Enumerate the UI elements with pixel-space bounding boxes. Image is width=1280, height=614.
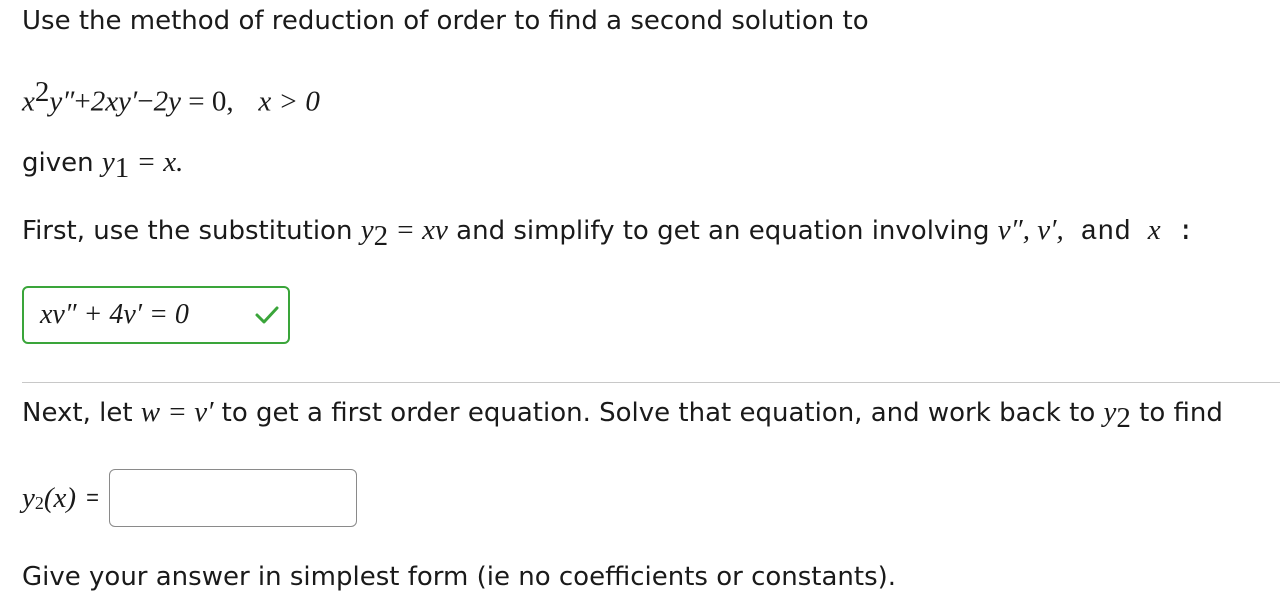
eq-equals-zero: = 0, xyxy=(181,85,234,118)
next-step-text-mid: to get a first order equation. Solve tha… xyxy=(213,398,1104,428)
first-step-text-before: First, use the substitution xyxy=(22,216,361,246)
y2-equals-sign: = xyxy=(86,485,99,510)
next-step-subscript: 2 xyxy=(1116,402,1131,435)
differential-equation: x2y″+2xy′−2y = 0, x > 0 xyxy=(22,76,320,119)
eq-plus: + xyxy=(74,85,91,118)
first-step-and: and xyxy=(1063,217,1148,248)
eq-minus: − xyxy=(137,85,154,118)
given-rest: = x. xyxy=(129,146,184,178)
first-step-subscript: 2 xyxy=(373,220,389,253)
next-step-w-eq: w = v′ xyxy=(140,396,214,428)
next-step-text-after: to find xyxy=(1130,398,1223,428)
first-step-x: x xyxy=(1147,214,1161,246)
eq-term2: 2xy′ xyxy=(90,85,138,118)
next-step-instruction: Next, let w = v′ to get a first order eq… xyxy=(22,396,1223,435)
first-step-colon: : xyxy=(1160,217,1195,248)
eq-term3: 2y xyxy=(153,85,182,118)
given-solution: given y1 = x. xyxy=(22,146,183,185)
eq-term1-base: x xyxy=(22,85,35,118)
y2-answer-row: y 2 (x) = xyxy=(22,468,357,528)
y2-label-y: y xyxy=(22,481,35,514)
first-step-vars: v″, v′, xyxy=(997,214,1064,246)
first-step-instruction: First, use the substitution y2 = xv and … xyxy=(22,214,1194,253)
y2-label-arg: (x) xyxy=(43,481,77,514)
y2-label-subscript: 2 xyxy=(34,493,44,513)
next-step-text-before: Next, let xyxy=(22,398,141,428)
given-y: y xyxy=(101,146,115,178)
eq-term1-rest: y″ xyxy=(49,85,75,118)
section-divider xyxy=(22,382,1280,383)
next-step-y: y xyxy=(1103,396,1117,428)
given-subscript: 1 xyxy=(114,152,130,185)
given-label: given xyxy=(22,148,102,178)
first-answer-value: xv″ + 4v′ = 0 xyxy=(40,299,189,330)
first-step-substitution: = xv xyxy=(388,214,448,246)
y2-answer-input[interactable] xyxy=(108,469,357,527)
first-step-y: y xyxy=(360,214,374,246)
eq-condition: x > 0 xyxy=(258,85,320,118)
question-prompt: Use the method of reduction of order to … xyxy=(22,6,869,36)
answer-instruction: Give your answer in simplest form (ie no… xyxy=(22,562,897,592)
eq-term1-exponent: 2 xyxy=(34,76,50,108)
checkmark-icon xyxy=(255,306,279,324)
first-step-text-after: and simplify to get an equation involvin… xyxy=(447,216,998,246)
first-answer-field[interactable]: xv″ + 4v′ = 0 xyxy=(22,286,290,344)
